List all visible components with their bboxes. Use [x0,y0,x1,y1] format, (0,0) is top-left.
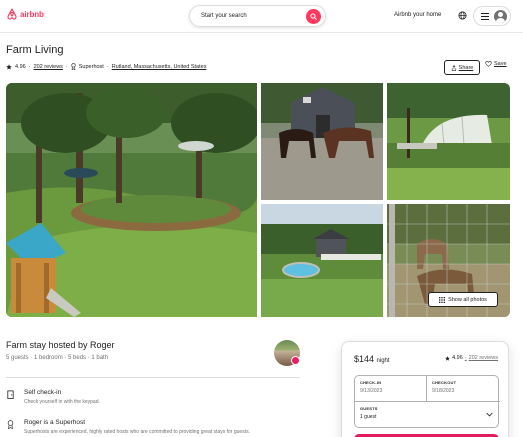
top-nav: airbnb Start your search Airbnb your hom… [0,0,523,33]
host-stats: 5 guests · 1 bedroom · 5 beds · 1 bath [6,355,109,361]
share-icon [451,64,456,71]
section-divider [6,377,300,378]
checkout-field[interactable]: CHECKOUT 9/18/2023 [427,376,500,402]
feature-desc: Superhosts are experienced, highly rated… [24,429,250,435]
host-section-title: Farm stay hosted by Roger [6,340,115,350]
menu-icon [481,12,489,20]
photo-pool-house[interactable] [261,204,383,317]
airbnb-your-home-link[interactable]: Airbnb your home [394,12,441,18]
photo-main-yard-playset[interactable] [6,83,257,317]
save-label: Save [494,61,507,67]
search-placeholder: Start your search [201,13,247,19]
listing-rating: 4.96 [15,63,26,70]
checkin-value: 9/13/2023 [360,388,383,394]
share-label: Share [458,64,474,71]
airbnb-logo[interactable]: airbnb [6,8,44,20]
location-link[interactable]: Rutland, Massachusetts, United States [112,64,207,70]
guests-value: 1 guest [360,414,377,420]
superhost-label: Superhost [78,63,104,70]
superhost-badge-icon [291,356,300,365]
booking-rating-value: 4.96 [452,355,463,361]
listing-title: Farm Living [6,44,64,56]
checkin-field[interactable]: CHECK-IN 9/13/2023 [355,376,427,402]
booking-card: $144 night 4.96 · 202 reviews CHECK-IN 9… [341,341,509,437]
globe-icon[interactable] [458,11,467,20]
chevron-down-icon [486,412,493,417]
save-button[interactable]: Save [485,61,507,67]
airbnb-logo-icon [7,8,17,20]
checkout-value: 9/18/2023 [432,388,455,394]
date-guest-picker: CHECK-IN 9/13/2023 CHECKOUT 9/18/2023 GU… [354,375,500,429]
grid-dots-icon [439,296,446,303]
feature-title: Roger is a Superhost [24,419,86,426]
star-icon [6,63,12,70]
checkout-label: CHECKOUT [432,380,457,385]
medal-icon [7,420,14,429]
door-icon [7,390,14,399]
share-button[interactable]: Share [444,60,480,75]
booking-reviews-link[interactable]: 202 reviews [469,355,498,361]
show-all-photos-label: Show all photos [448,296,487,303]
feature-desc: Check yourself in with the keypad. [24,399,100,405]
guests-field[interactable]: GUESTS 1 guest [355,402,500,429]
booking-rating: 4.96 · 202 reviews [445,355,498,361]
show-all-photos-button[interactable]: Show all photos [428,292,498,307]
feature-superhost: Roger is a Superhost Superhosts are expe… [6,419,250,435]
logo-text: airbnb [20,9,44,19]
search-button[interactable] [306,9,321,24]
photo-barn-horses[interactable] [261,83,383,200]
user-avatar-icon [494,9,507,23]
checkin-label: CHECK-IN [360,380,382,385]
heart-icon [485,61,492,67]
user-menu-button[interactable] [473,6,511,26]
listing-subline: 4.96 · 202 reviews · Superhost · Rutland… [6,63,206,70]
superhost-medal-icon [71,63,76,70]
price-unit: night [376,358,390,364]
star-icon [445,355,450,361]
price: $144 night [354,354,390,364]
search-icon [310,13,317,20]
price-amount: $144 [354,354,375,364]
guests-label: GUESTS [360,406,378,411]
reviews-link[interactable]: 202 reviews [34,64,63,70]
feature-title: Self check-in [24,389,62,396]
search-bar[interactable]: Start your search [189,5,326,27]
photo-greenhouse-garden[interactable] [387,83,510,200]
feature-self-check-in: Self check-in Check yourself in with the… [6,389,100,405]
